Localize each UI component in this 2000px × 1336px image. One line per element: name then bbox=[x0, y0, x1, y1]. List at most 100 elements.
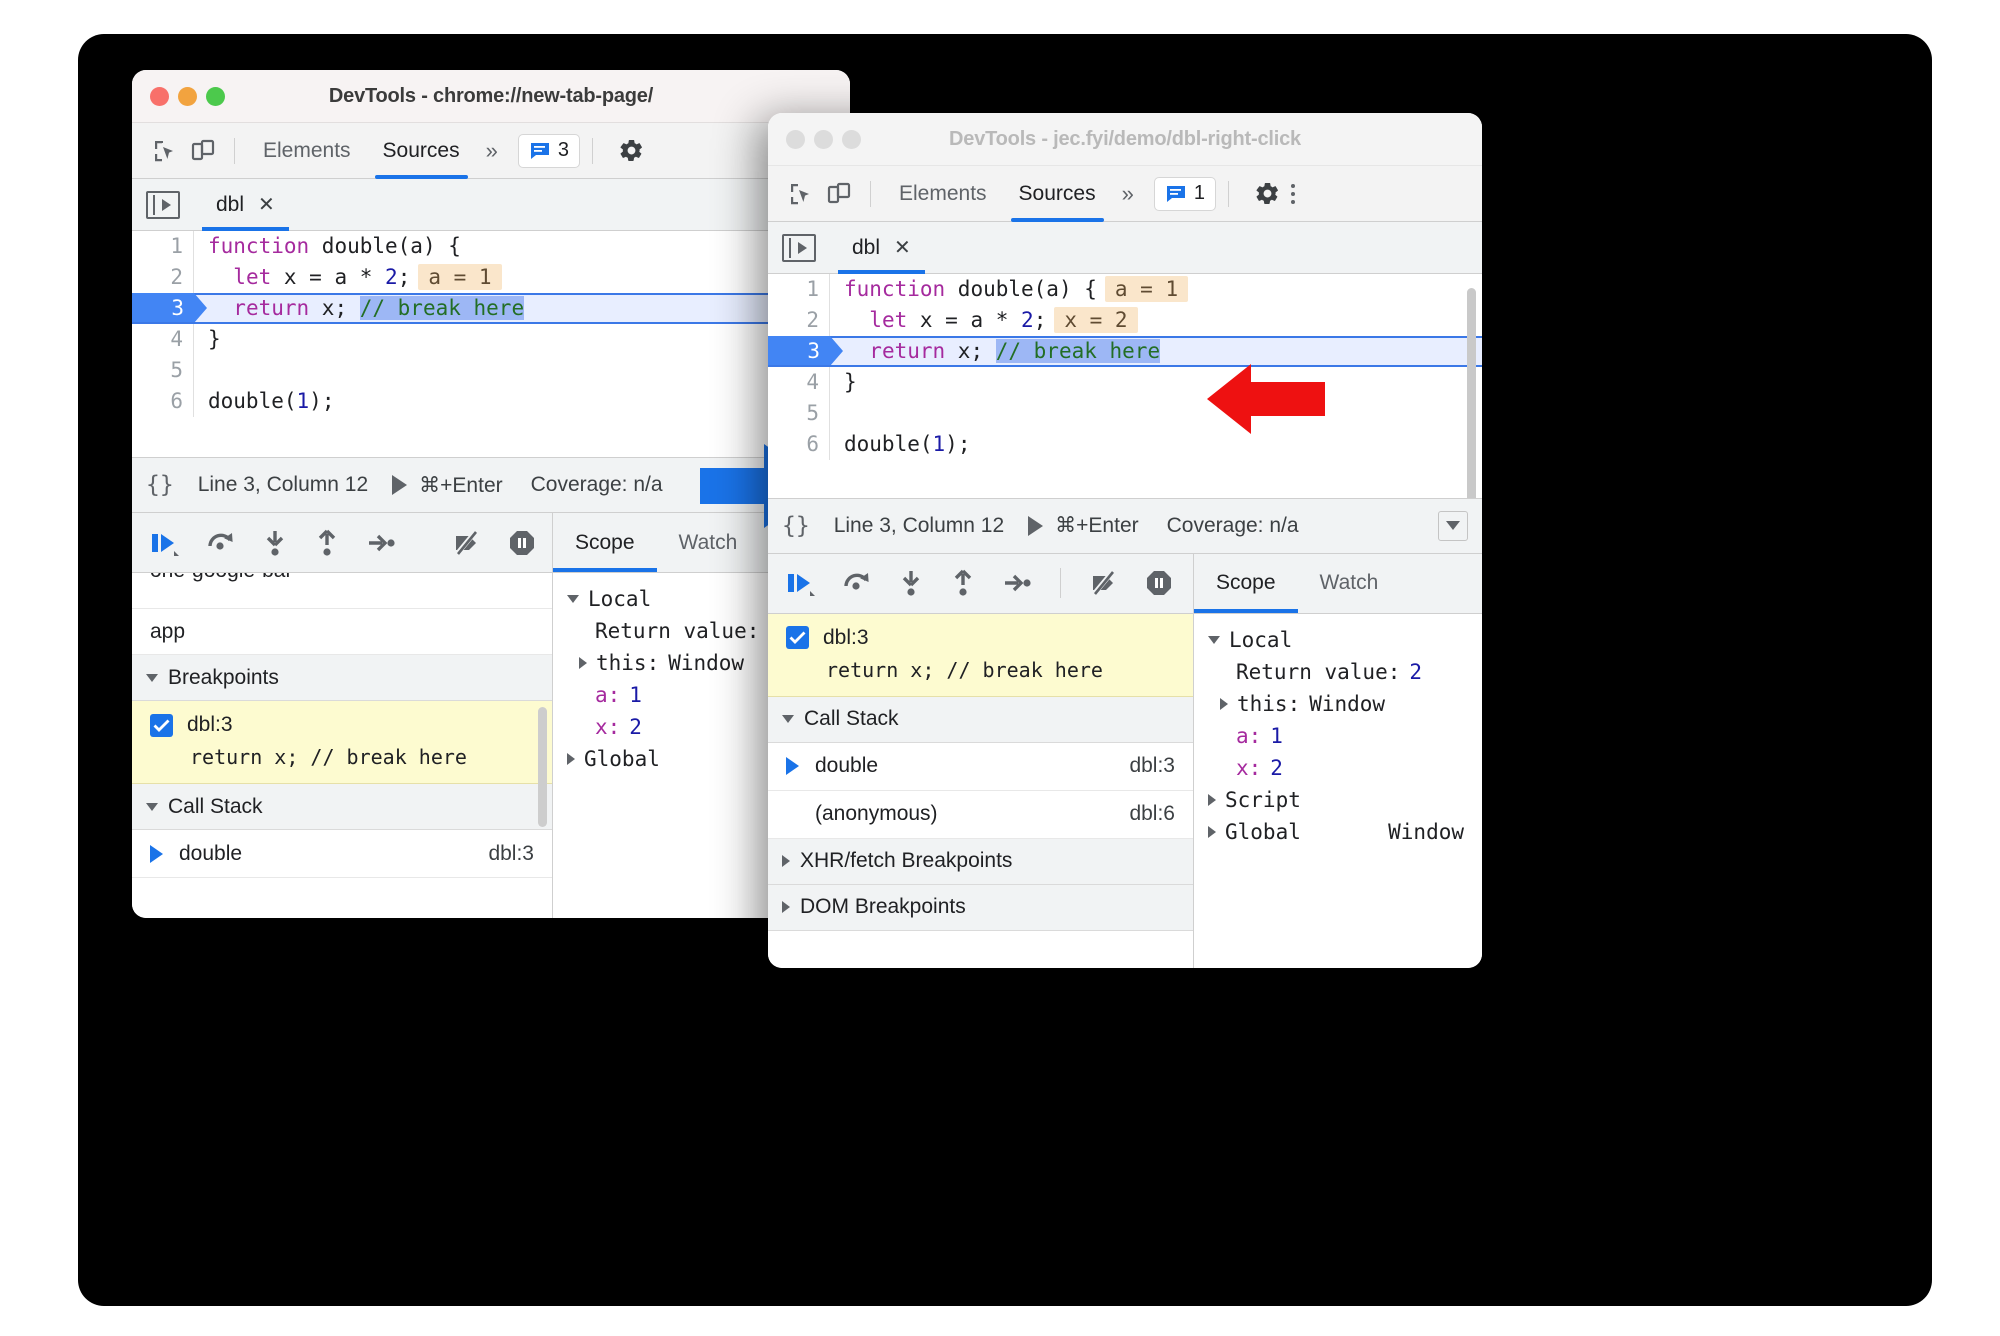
drawer-toggle-icon[interactable] bbox=[1438, 510, 1468, 541]
code-line[interactable]: 3 return x; // break here bbox=[132, 293, 850, 324]
debugger-toolbar-before[interactable] bbox=[132, 513, 552, 573]
line-number[interactable]: 1 bbox=[132, 231, 194, 262]
chevron-right-icon[interactable] bbox=[1208, 825, 1216, 838]
debugger-sidebar-after[interactable]: dbl:3 return x; // break here Call Stack… bbox=[768, 613, 1193, 968]
dom-breakpoints-section-header[interactable]: DOM Breakpoints bbox=[768, 884, 1193, 931]
step-icon[interactable] bbox=[366, 529, 396, 557]
tab-scope[interactable]: Scope bbox=[1194, 554, 1298, 613]
code-line[interactable]: 5 bbox=[768, 398, 1482, 429]
close-window-button[interactable] bbox=[150, 86, 169, 106]
line-number[interactable]: 4 bbox=[768, 367, 830, 398]
callstack-section-header[interactable]: Call Stack bbox=[132, 784, 552, 830]
minimize-window-button[interactable] bbox=[814, 129, 833, 149]
device-toolbar-icon[interactable] bbox=[184, 132, 222, 170]
pretty-print-icon[interactable]: {} bbox=[146, 472, 174, 498]
scope-watch-tabs-after[interactable]: Scope Watch bbox=[1194, 553, 1482, 614]
devtools-window-after[interactable]: DevTools - jec.fyi/demo/dbl-right-click … bbox=[768, 113, 1482, 968]
code-line[interactable]: 6 double(1); bbox=[132, 386, 850, 417]
callstack-row[interactable]: double dbl:3 bbox=[132, 830, 552, 878]
line-number[interactable]: 3 bbox=[768, 336, 843, 367]
xhr-breakpoints-section-header[interactable]: XHR/fetch Breakpoints bbox=[768, 838, 1193, 885]
deactivate-breakpoints-icon[interactable] bbox=[1089, 569, 1119, 597]
breakpoint-head[interactable]: dbl:3 bbox=[786, 626, 1175, 650]
code-line[interactable]: 2 let x = a * 2; x = 2 bbox=[768, 305, 1482, 336]
gear-icon[interactable] bbox=[1249, 175, 1287, 213]
navigator-toggle-icon[interactable] bbox=[146, 190, 180, 219]
callstack-section-header[interactable]: Call Stack bbox=[768, 696, 1193, 743]
code-line[interactable]: 4} bbox=[132, 324, 850, 355]
gear-icon[interactable] bbox=[613, 132, 651, 170]
file-tab-dbl[interactable]: dbl ✕ bbox=[838, 221, 925, 274]
line-number[interactable]: 6 bbox=[132, 386, 194, 417]
breakpoint-head[interactable]: dbl:3 bbox=[150, 713, 534, 737]
breakpoint-checkbox[interactable] bbox=[150, 713, 173, 737]
file-tabstrip[interactable]: dbl ✕ bbox=[768, 221, 1482, 274]
line-number[interactable]: 3 bbox=[132, 293, 207, 324]
debugger-toolbar-after[interactable] bbox=[768, 553, 1193, 614]
breakpoint-item[interactable]: dbl:3 return x; // break here bbox=[768, 613, 1193, 697]
code-line[interactable]: 1 function double(a) {a = 1 bbox=[768, 274, 1482, 305]
issues-badge[interactable]: 1 bbox=[1153, 176, 1216, 211]
more-panels-icon[interactable]: » bbox=[1112, 181, 1144, 207]
debugger-sidebar-before[interactable]: one-google-bar app Breakpoints bbox=[132, 573, 552, 918]
run-snippet-button[interactable]: ⌘+Enter bbox=[1028, 513, 1139, 538]
devtools-toolbar[interactable]: Elements Sources » 3 bbox=[132, 123, 850, 179]
deactivate-breakpoints-icon[interactable] bbox=[452, 528, 482, 557]
scope-row-a[interactable]: a: 1 bbox=[1194, 720, 1482, 752]
line-number[interactable]: 6 bbox=[768, 429, 830, 460]
editor-statusbar-after[interactable]: {} Line 3, Column 12 ⌘+Enter Coverage: n… bbox=[768, 497, 1482, 554]
callstack-row[interactable]: double dbl:3 bbox=[768, 743, 1193, 791]
window-titlebar-after[interactable]: DevTools - jec.fyi/demo/dbl-right-click bbox=[768, 113, 1482, 166]
resume-script-execution-icon[interactable] bbox=[786, 569, 816, 597]
chevron-right-icon[interactable] bbox=[567, 753, 575, 765]
scope-global-header[interactable]: Global Window bbox=[1194, 816, 1482, 848]
line-number[interactable]: 2 bbox=[132, 262, 194, 293]
scope-local-header[interactable]: Local bbox=[1194, 624, 1482, 656]
inspect-element-icon[interactable] bbox=[782, 175, 820, 213]
tab-elements[interactable]: Elements bbox=[247, 123, 367, 179]
minimize-window-button[interactable] bbox=[178, 86, 197, 106]
editor-scrollbar[interactable] bbox=[1467, 288, 1476, 498]
file-tab-dbl[interactable]: dbl ✕ bbox=[202, 178, 289, 231]
scope-script-header[interactable]: Script bbox=[1194, 784, 1482, 816]
resume-script-execution-icon[interactable] bbox=[150, 529, 180, 557]
line-number[interactable]: 5 bbox=[768, 398, 830, 429]
close-icon[interactable]: ✕ bbox=[258, 192, 275, 217]
chevron-right-icon[interactable] bbox=[579, 657, 587, 669]
list-item[interactable]: app bbox=[132, 609, 552, 655]
close-window-button[interactable] bbox=[786, 129, 805, 149]
tab-watch[interactable]: Watch bbox=[1298, 554, 1401, 613]
code-line[interactable]: 3 return x; // break here bbox=[768, 336, 1482, 367]
breakpoint-checkbox[interactable] bbox=[786, 626, 809, 649]
line-number[interactable]: 4 bbox=[132, 324, 194, 355]
inspect-element-icon[interactable] bbox=[146, 132, 184, 170]
step-out-of-current-function-icon[interactable] bbox=[950, 569, 976, 597]
step-into-next-function-call-icon[interactable] bbox=[262, 529, 288, 557]
code-line[interactable]: 2 let x = a * 2; a = 1 bbox=[132, 262, 850, 293]
more-panels-icon[interactable]: » bbox=[476, 138, 508, 164]
tab-elements[interactable]: Elements bbox=[883, 166, 1003, 222]
step-over-next-function-call-icon[interactable] bbox=[206, 529, 236, 557]
scope-tree-after[interactable]: Local Return value: 2 this: Window a: 1 bbox=[1194, 613, 1482, 968]
tab-scope[interactable]: Scope bbox=[553, 513, 657, 572]
chevron-right-icon[interactable] bbox=[1220, 697, 1228, 710]
line-number[interactable]: 1 bbox=[768, 274, 830, 305]
callstack-row[interactable]: (anonymous) dbl:6 bbox=[768, 791, 1193, 839]
maximize-window-button[interactable] bbox=[842, 129, 861, 149]
line-number[interactable]: 2 bbox=[768, 305, 830, 336]
step-over-next-function-call-icon[interactable] bbox=[842, 569, 872, 597]
run-snippet-button[interactable]: ⌘+Enter bbox=[392, 473, 503, 498]
breakpoint-item[interactable]: dbl:3 return x; // break here bbox=[132, 701, 552, 827]
step-out-of-current-function-icon[interactable] bbox=[314, 529, 340, 557]
device-toolbar-icon[interactable] bbox=[820, 175, 858, 213]
breakpoints-scrollbar[interactable] bbox=[538, 707, 547, 827]
scope-row-this[interactable]: this: Window bbox=[1194, 688, 1482, 720]
code-editor-before[interactable]: 1 function double(a) {2 let x = a * 2; a =… bbox=[132, 231, 850, 457]
code-line[interactable]: 4} bbox=[768, 367, 1482, 398]
pretty-print-icon[interactable]: {} bbox=[782, 513, 810, 539]
code-line[interactable]: 5 bbox=[132, 355, 850, 386]
chevron-right-icon[interactable] bbox=[1208, 793, 1216, 806]
breakpoints-section-header[interactable]: Breakpoints bbox=[132, 655, 552, 701]
scope-row-return-value[interactable]: Return value: 2 bbox=[1194, 656, 1482, 688]
traffic-lights[interactable] bbox=[132, 86, 225, 106]
